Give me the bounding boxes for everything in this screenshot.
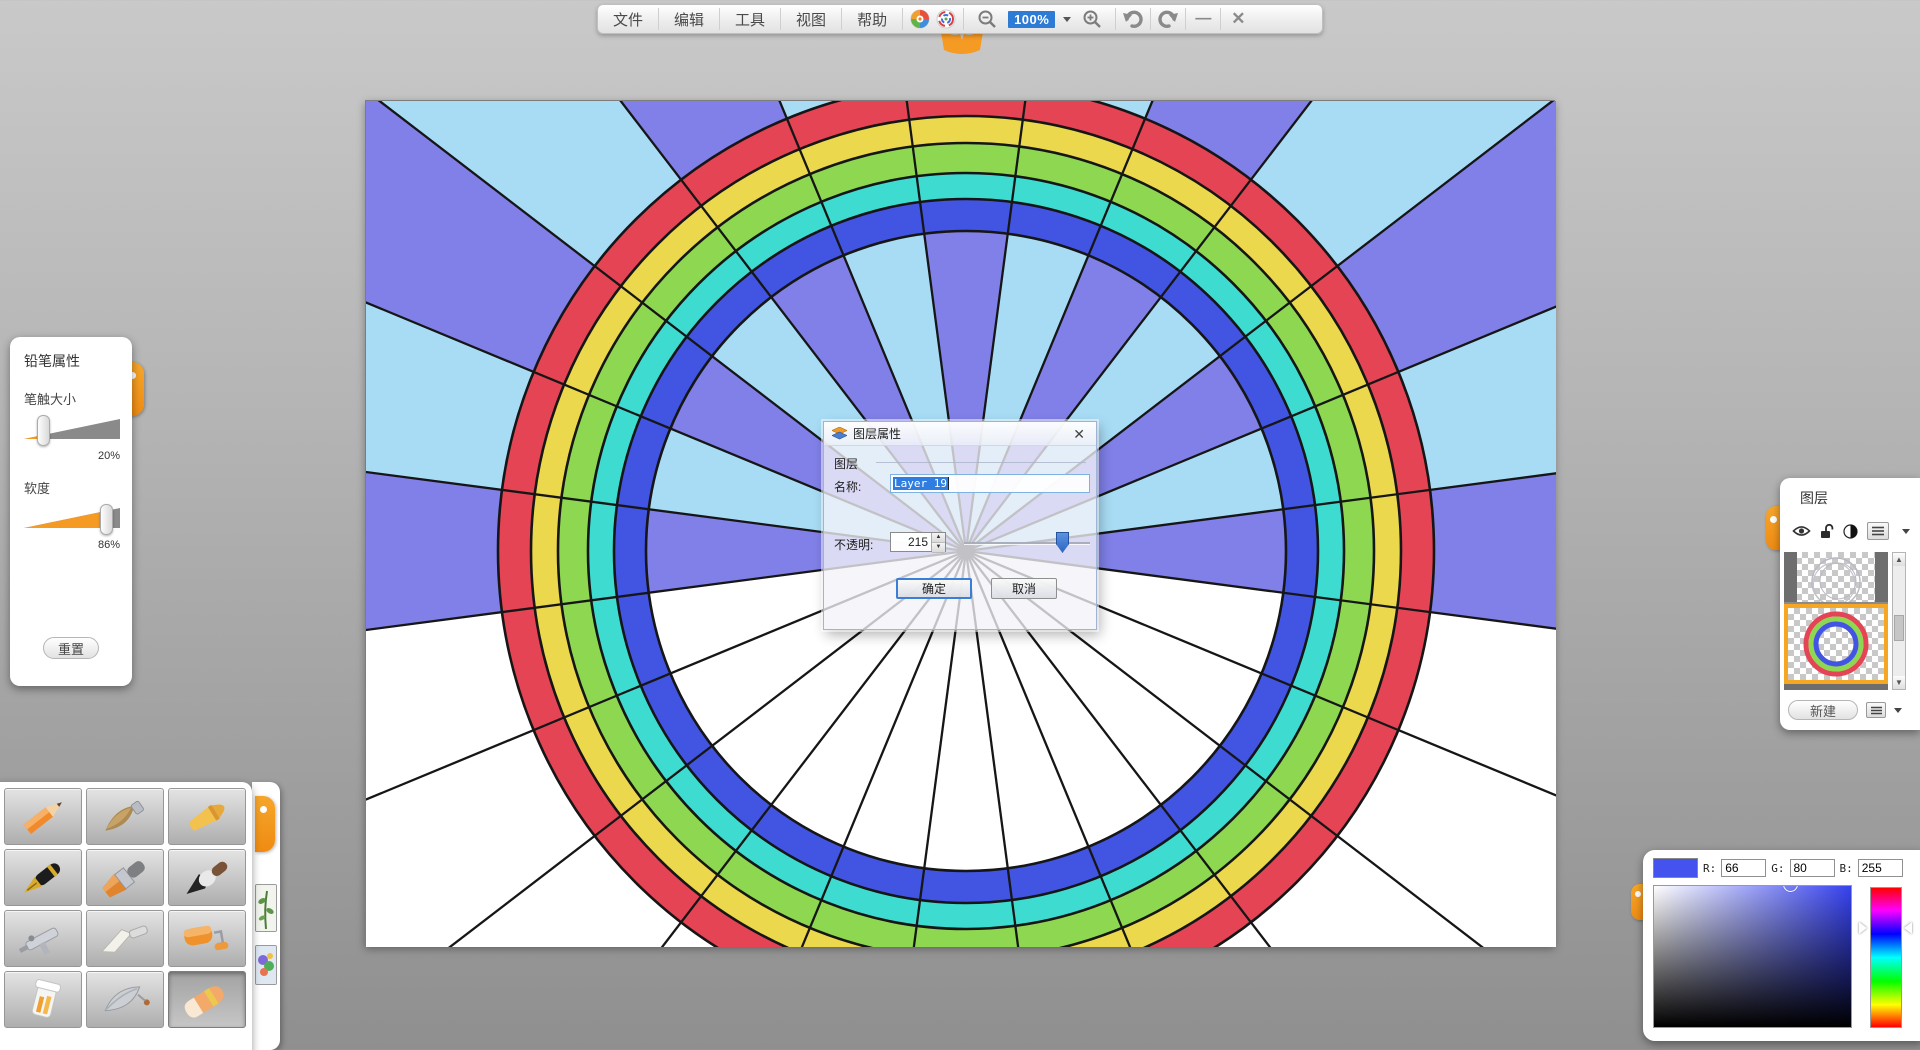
undo-button[interactable]: [1116, 6, 1150, 32]
close-button[interactable]: ✕: [1221, 6, 1255, 32]
mascot-swirl-icon[interactable]: [935, 8, 957, 30]
zoom-dropdown-arrow[interactable]: [1063, 17, 1071, 22]
layer-list: [1784, 552, 1888, 690]
mascot-face-icon[interactable]: [909, 8, 931, 30]
brush-size-handle[interactable]: [37, 415, 50, 446]
layer-name-input[interactable]: Layer 19: [890, 474, 1090, 493]
tool-palette-side-strip: [252, 782, 280, 1050]
layer-menu-button[interactable]: [1867, 522, 1889, 540]
dialog-titlebar[interactable]: 图层属性 ✕: [824, 422, 1096, 446]
scroll-thumb[interactable]: [1894, 615, 1904, 641]
spin-down-button[interactable]: ▼: [932, 543, 945, 553]
zoom-in-button[interactable]: [1075, 6, 1109, 32]
red-value-input[interactable]: [1721, 859, 1766, 877]
redo-button[interactable]: [1151, 6, 1185, 32]
layer-opacity-icon[interactable]: [1843, 524, 1858, 539]
cancel-button[interactable]: 取消: [991, 578, 1057, 599]
softness-value: 86%: [24, 539, 120, 551]
new-layer-menu-arrow[interactable]: [1894, 708, 1902, 713]
tool-palette-knife[interactable]: [86, 910, 164, 967]
tool-paint-roller[interactable]: [168, 910, 246, 967]
nature-brush-preview-button[interactable]: [255, 884, 277, 932]
hue-marker-right[interactable]: [1904, 922, 1912, 934]
pencil-panel-title: 铅笔属性: [24, 351, 122, 371]
layer-lock-icon[interactable]: [1820, 523, 1834, 539]
sticker-preview-button[interactable]: [255, 945, 277, 985]
brush-size-value: 20%: [24, 450, 120, 462]
saturation-value-field[interactable]: [1653, 885, 1852, 1028]
dialog-layers-icon: [832, 427, 847, 440]
layers-scrollbar[interactable]: ▲ ▼: [1892, 552, 1906, 690]
softness-slider[interactable]: [24, 503, 120, 537]
layer-item-sketch[interactable]: [1784, 552, 1888, 602]
text-caret: [948, 477, 949, 490]
menu-tools[interactable]: 工具: [720, 5, 780, 33]
green-value-input[interactable]: [1790, 859, 1835, 877]
current-color-swatch: [1653, 858, 1698, 878]
opacity-slider-thumb[interactable]: [1056, 532, 1069, 553]
tool-pastel[interactable]: [86, 788, 164, 845]
main-toolbar: 文件 编辑 工具 视图 帮助 100%: [597, 4, 1323, 34]
zoom-out-button[interactable]: [970, 6, 1004, 32]
new-layer-button[interactable]: 新建: [1788, 700, 1858, 720]
name-label: 名称:: [834, 478, 861, 495]
layer-item-rainbow-selected[interactable]: [1784, 604, 1888, 684]
green-label: G:: [1771, 862, 1784, 875]
scroll-up-arrow[interactable]: ▲: [1893, 553, 1905, 566]
menu-view[interactable]: 视图: [781, 5, 841, 33]
opacity-slider-track[interactable]: [964, 542, 1090, 544]
spin-up-button[interactable]: ▲: [932, 533, 945, 543]
opacity-value: 215: [891, 533, 931, 551]
opacity-spinbox[interactable]: 215 ▲ ▼: [890, 532, 946, 552]
color-cursor[interactable]: [1783, 885, 1798, 892]
layer-menu-arrow[interactable]: [1902, 529, 1910, 534]
tool-palette-tab[interactable]: [255, 796, 275, 852]
layer-group-label: 图层: [834, 455, 858, 472]
zoom-level-select[interactable]: 100%: [1008, 11, 1055, 28]
tool-flat-brush[interactable]: [86, 849, 164, 906]
tool-crayon[interactable]: [168, 788, 246, 845]
tool-palette-panel: [0, 782, 252, 1050]
ok-button[interactable]: 确定: [896, 578, 972, 599]
tool-airbrush[interactable]: [4, 910, 82, 967]
new-layer-menu-button[interactable]: [1866, 702, 1886, 718]
layers-panel: 图层: [1780, 478, 1920, 730]
blue-value-input[interactable]: [1858, 859, 1903, 877]
brush-size-slider[interactable]: [24, 414, 120, 448]
reset-button[interactable]: 重置: [43, 637, 99, 659]
hue-strip[interactable]: [1870, 887, 1902, 1028]
tool-leaf-pen[interactable]: [86, 971, 164, 1028]
hue-marker-left[interactable]: [1859, 922, 1867, 934]
scroll-down-arrow[interactable]: ▼: [1893, 676, 1905, 689]
menu-file[interactable]: 文件: [598, 5, 658, 33]
dialog-title: 图层属性: [853, 425, 901, 442]
color-picker-panel: R: G: B:: [1643, 850, 1920, 1041]
red-label: R:: [1703, 862, 1716, 875]
minimize-button[interactable]: —: [1186, 6, 1220, 32]
softness-label: 软度: [24, 478, 122, 497]
opacity-label: 不透明:: [834, 536, 873, 553]
menu-help[interactable]: 帮助: [842, 5, 902, 33]
tool-round-brush[interactable]: [168, 849, 246, 906]
softness-handle[interactable]: [100, 504, 113, 535]
layers-panel-title: 图层: [1800, 488, 1920, 508]
tool-pencil[interactable]: [4, 788, 82, 845]
group-divider: [876, 462, 1086, 463]
dialog-close-icon[interactable]: ✕: [1070, 427, 1088, 441]
blue-label: B:: [1840, 862, 1853, 875]
brush-size-label: 笔触大小: [24, 389, 122, 408]
menu-edit[interactable]: 编辑: [659, 5, 719, 33]
layer-properties-dialog: 图层属性 ✕ 图层 名称: Layer 19 不透明: 215 ▲ ▼ 确定 取…: [823, 421, 1097, 630]
tool-paint-tube[interactable]: [4, 971, 82, 1028]
pencil-properties-panel: 铅笔属性 笔触大小 20% 软度 86% 重置: [10, 337, 132, 686]
tool-fountain-pen[interactable]: [4, 849, 82, 906]
tool-eraser[interactable]: [168, 971, 246, 1028]
selected-text: Layer 19: [893, 477, 948, 490]
layer-visibility-eye-icon[interactable]: [1792, 524, 1811, 538]
